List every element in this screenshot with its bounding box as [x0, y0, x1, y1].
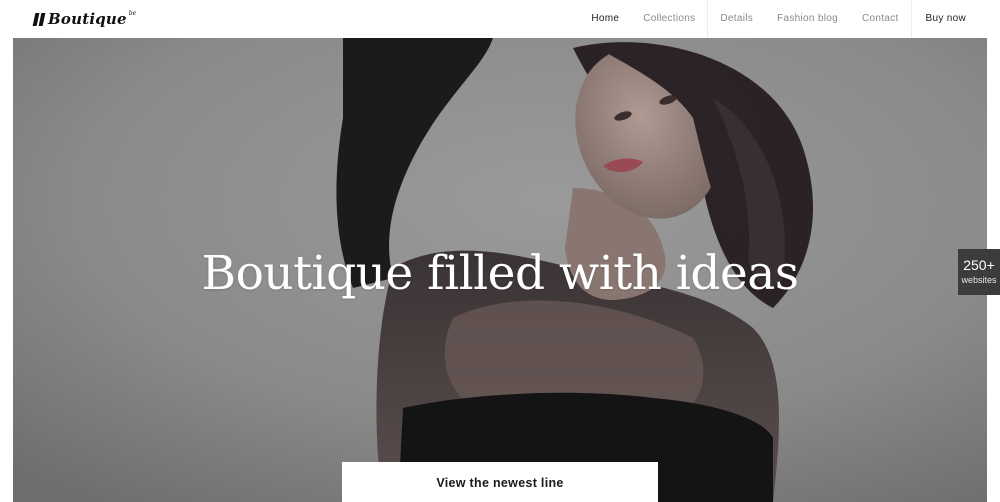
double-slash-icon	[32, 12, 46, 26]
nav-item-collections[interactable]: Collections	[631, 0, 707, 38]
nav-item-details[interactable]: Details	[708, 0, 765, 38]
badge-label: websites	[961, 275, 997, 285]
nav-item-contact[interactable]: Contact	[850, 0, 911, 38]
nav-item-fashion-blog[interactable]: Fashion blog	[765, 0, 850, 38]
top-navigation-bar: Boutique be Home Collections Details Fas…	[0, 0, 1000, 38]
nav-item-buy-now[interactable]: Buy now	[910, 0, 978, 38]
badge-count: 250+	[963, 257, 995, 273]
brand-superscript: be	[128, 9, 137, 17]
view-newest-line-button[interactable]: View the newest line	[342, 462, 658, 502]
main-nav: Home Collections Details Fashion blog Co…	[579, 0, 978, 38]
brand-logo[interactable]: Boutique be	[32, 8, 137, 30]
websites-count-badge[interactable]: 250+ websites	[958, 249, 1000, 295]
nav-item-home[interactable]: Home	[579, 0, 631, 38]
hero-section: Boutique filled with ideas View the newe…	[13, 38, 987, 502]
hero-title: Boutique filled with ideas	[201, 246, 799, 301]
brand-name: Boutique	[48, 10, 127, 28]
